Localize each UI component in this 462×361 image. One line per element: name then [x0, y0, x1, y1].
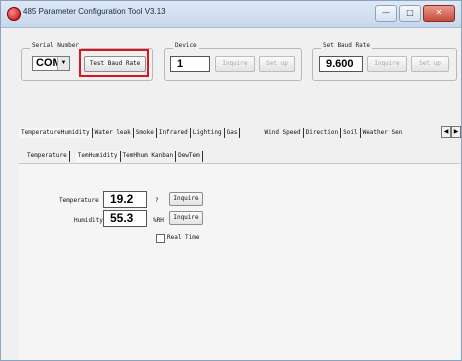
tab-water-leak[interactable]: Water leak	[93, 128, 134, 138]
device-inquire-button[interactable]: Inquire	[215, 56, 255, 72]
baud-rate-field[interactable]: 9.600	[319, 56, 363, 72]
device-setup-button[interactable]: Set up	[259, 56, 295, 72]
chevron-down-icon[interactable]: ▼	[57, 57, 69, 70]
subtab-temhumidity[interactable]: TemHumidity	[75, 151, 121, 162]
title-bar: 485 Parameter Configuration Tool V3.13 —…	[1, 1, 461, 28]
subtab-temhhum-kanban[interactable]: TemHhum Kanban	[121, 151, 177, 162]
temperature-unit: ?	[155, 197, 159, 204]
tab-temperature-humidity[interactable]: TemperatureHumidity	[19, 128, 93, 138]
window-controls: — □ ✕	[375, 5, 455, 22]
subtab-temperature[interactable]: Temperature	[25, 151, 70, 162]
tab-lighting[interactable]: Lighting	[191, 128, 225, 138]
tab-scroll-left-icon[interactable]: ◀	[441, 126, 451, 138]
temperature-value: 19.2	[103, 191, 147, 208]
serial-port-select[interactable]: COM5 ▼	[32, 56, 70, 71]
sub-tab-bar: Temperature TemHumidity TemHhum Kanban D…	[25, 151, 203, 162]
humidity-label: Humidity	[74, 217, 103, 224]
humidity-inquire-button[interactable]: Inquire	[169, 211, 203, 225]
humidity-unit: %RH	[153, 217, 164, 224]
baud-group-label: Set Baud Rate	[321, 42, 372, 49]
highlight-box	[79, 49, 149, 77]
close-button[interactable]: ✕	[423, 5, 455, 22]
maximize-button[interactable]: □	[399, 5, 421, 22]
tab-scroll-right-icon[interactable]: ▶	[451, 126, 461, 138]
tab-wind-speed[interactable]: Wind Speed	[262, 128, 304, 138]
realtime-checkbox[interactable]	[156, 234, 165, 243]
realtime-label: Real Time	[167, 234, 200, 241]
tab-direction[interactable]: Direction	[304, 128, 342, 138]
tab-soil[interactable]: Soil	[341, 128, 361, 138]
device-address-field[interactable]: 1	[170, 56, 210, 72]
device-group-label: Device	[173, 42, 199, 49]
tab-smoke[interactable]: Smoke	[134, 128, 157, 138]
serial-group-label: Serial Number	[30, 42, 81, 49]
content-panel: Temperature 19.2 ? Inquire Humidity 55.3…	[19, 163, 460, 360]
app-icon	[7, 7, 21, 21]
tab-infrared[interactable]: Infrared	[157, 128, 191, 138]
inquire-button[interactable]: Inquire	[169, 192, 203, 206]
baud-setup-button[interactable]: Set up	[411, 56, 449, 72]
app-window: 485 Parameter Configuration Tool V3.13 —…	[0, 0, 462, 361]
main-tab-bar: TemperatureHumidity Water leak Smoke Inf…	[19, 127, 404, 138]
baud-inquire-button[interactable]: Inquire	[367, 56, 407, 72]
tab-gas[interactable]: Gas	[225, 128, 241, 138]
subtab-dewtem[interactable]: DewTem	[176, 151, 203, 162]
temperature-label: Temperature	[59, 197, 99, 204]
minimize-button[interactable]: —	[375, 5, 397, 22]
window-title: 485 Parameter Configuration Tool V3.13	[23, 7, 166, 16]
humidity-value: 55.3	[103, 210, 147, 227]
tab-weather-sensor[interactable]: Weather Sen	[361, 128, 405, 138]
